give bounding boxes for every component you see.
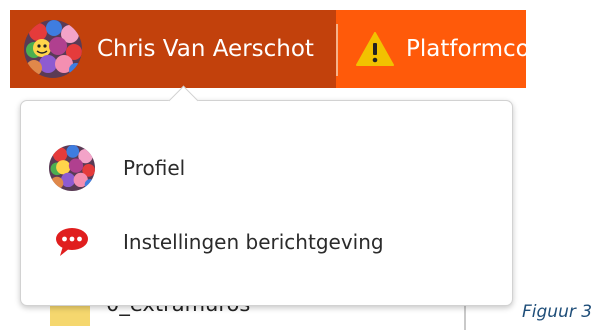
figure-caption: Figuur 3 [522,302,593,322]
divider [336,24,338,76]
user-name: Chris Van Aerschot [97,36,314,62]
avatar-icon [24,20,82,78]
chat-bubble-icon [49,219,95,265]
menu-item-label: Instellingen berichtgeving [123,230,384,254]
warning-icon [356,32,394,66]
avatar-icon [49,145,95,191]
top-bar: Chris Van Aerschot Platformco [10,10,526,88]
user-menu-button[interactable]: Chris Van Aerschot [10,10,338,88]
menu-item-label: Profiel [123,156,186,180]
menu-item-profile[interactable]: Profiel [49,145,185,191]
platform-label: Platformco [406,36,526,62]
user-dropdown-menu: Profiel Instellingen berichtgeving [20,85,513,306]
menu-item-notification-settings[interactable]: Instellingen berichtgeving [49,219,384,265]
platform-menu-button[interactable]: Platformco [336,10,526,88]
